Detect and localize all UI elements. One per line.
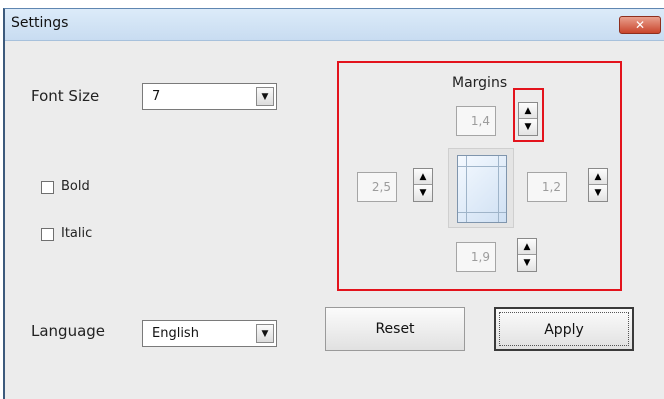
left-margin-spinner[interactable]: ▲ ▼ bbox=[413, 168, 433, 202]
font-size-dropdown[interactable]: 7 ▼ bbox=[142, 83, 277, 110]
arrow-down-icon[interactable]: ▼ bbox=[518, 255, 536, 271]
right-margin-input[interactable]: 1,2 bbox=[527, 172, 567, 202]
bold-checkbox[interactable] bbox=[41, 181, 54, 194]
close-icon: ✕ bbox=[634, 18, 646, 32]
window-title: Settings bbox=[11, 15, 69, 31]
title-bar[interactable]: Settings ✕ bbox=[5, 9, 664, 41]
font-size-label: Font Size bbox=[31, 87, 100, 105]
language-value: English bbox=[152, 326, 199, 341]
arrow-up-icon[interactable]: ▲ bbox=[414, 169, 432, 185]
bottom-margin-spinner[interactable]: ▲ ▼ bbox=[517, 238, 537, 272]
italic-checkbox[interactable] bbox=[41, 228, 54, 241]
arrow-up-icon[interactable]: ▲ bbox=[589, 169, 607, 185]
chevron-down-icon[interactable]: ▼ bbox=[256, 87, 274, 106]
arrow-down-icon[interactable]: ▼ bbox=[414, 185, 432, 201]
close-button[interactable]: ✕ bbox=[619, 16, 661, 34]
italic-label: Italic bbox=[61, 226, 93, 241]
margins-title: Margins bbox=[452, 75, 508, 91]
chevron-down-icon[interactable]: ▼ bbox=[256, 324, 274, 343]
page-preview bbox=[448, 148, 514, 228]
left-margin-input[interactable]: 2,5 bbox=[357, 172, 397, 202]
page-icon bbox=[457, 155, 507, 223]
bottom-margin-input[interactable]: 1,9 bbox=[456, 242, 496, 272]
right-margin-spinner[interactable]: ▲ ▼ bbox=[588, 168, 608, 202]
bold-label: Bold bbox=[61, 179, 90, 194]
top-spinner-highlight bbox=[513, 88, 544, 142]
top-margin-input[interactable]: 1,4 bbox=[456, 106, 496, 136]
arrow-down-icon[interactable]: ▼ bbox=[589, 185, 607, 201]
language-dropdown[interactable]: English ▼ bbox=[142, 320, 277, 347]
focus-rect bbox=[499, 312, 629, 346]
font-size-value: 7 bbox=[152, 89, 161, 104]
reset-button[interactable]: Reset bbox=[325, 307, 465, 351]
apply-button[interactable]: Apply bbox=[494, 307, 634, 351]
language-label: Language bbox=[31, 322, 106, 340]
arrow-up-icon[interactable]: ▲ bbox=[518, 239, 536, 255]
